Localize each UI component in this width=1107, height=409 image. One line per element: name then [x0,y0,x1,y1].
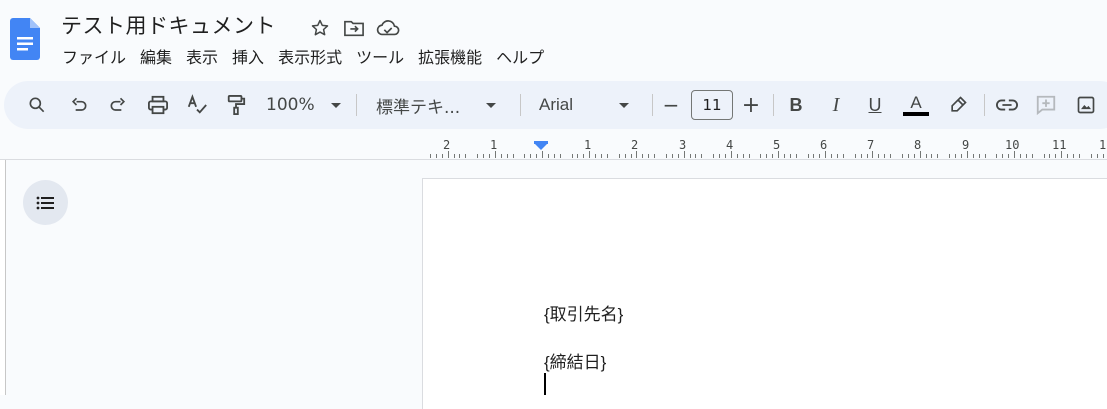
toolbar: 100% 標準テキ... Arial − 11 + B I U A [4,81,1107,129]
app-header: テスト用ドキュメント ファイル 編集 表示 挿入 表示形式 ツール 拡張機能 ヘ… [0,0,1107,80]
menu-bar: ファイル 編集 表示 挿入 表示形式 ツール 拡張機能 ヘルプ [55,46,551,70]
toolbar-divider [652,94,653,116]
chevron-down-icon [330,102,341,108]
move-to-folder-icon[interactable] [341,16,367,40]
toolbar-divider [773,94,774,116]
bold-button[interactable]: B [784,92,808,118]
outline-list-icon [36,196,54,209]
paint-format-icon[interactable] [223,92,249,118]
text-color-letter: A [910,93,922,112]
body-line-contract-date[interactable]: {締結日} [544,348,606,373]
ruler-label: 1 [490,138,498,152]
text-color-swatch [903,112,929,116]
add-comment-icon [1033,92,1059,118]
text-color-button[interactable]: A [902,92,930,118]
ruler-label: 3 [679,138,687,152]
menu-view[interactable]: 表示 [179,46,225,70]
ruler-ticks [430,141,1104,158]
italic-button[interactable]: I [824,92,848,118]
increase-font-size-button[interactable]: + [740,92,762,118]
zoom-select[interactable]: 100% [266,91,341,119]
horizontal-ruler[interactable]: 2 1 1 2 3 4 5 6 7 8 9 10 11 1 [0,138,1107,160]
chevron-down-icon [486,102,497,108]
menu-insert[interactable]: 挿入 [225,46,271,70]
print-icon[interactable] [145,92,171,118]
ruler-label: 11 [1052,138,1067,152]
ruler-label: 9 [962,138,970,152]
menu-file[interactable]: ファイル [55,46,133,70]
toolbar-divider [520,94,521,116]
decrease-font-size-button[interactable]: − [660,92,682,118]
ruler-label: 8 [914,138,922,152]
font-select[interactable]: Arial [539,91,630,119]
zoom-value: 100% [266,95,315,115]
docs-logo-icon[interactable] [10,18,40,60]
menu-help[interactable]: ヘルプ [489,46,551,70]
search-menus-icon[interactable] [24,92,50,118]
indent-marker-icon [534,143,548,150]
font-size-input[interactable]: 11 [691,90,733,120]
vertical-ruler[interactable] [0,160,6,395]
ruler-label: 7 [867,138,875,152]
insert-image-icon[interactable] [1073,92,1099,118]
ruler-label: 2 [443,138,451,152]
toolbar-divider [356,94,357,116]
redo-icon[interactable] [105,92,131,118]
menu-format[interactable]: 表示形式 [271,46,349,70]
undo-icon[interactable] [66,92,92,118]
document-title[interactable]: テスト用ドキュメント [61,10,276,40]
menu-tools[interactable]: ツール [349,46,411,70]
font-value: Arial [539,95,574,114]
text-cursor [544,373,546,395]
spellcheck-icon[interactable] [184,92,210,118]
document-page[interactable]: {取引先名} {締結日} [422,178,1107,409]
underline-button[interactable]: U [863,92,887,118]
ruler-label: 2 [631,138,639,152]
ruler-label: 1 [584,138,592,152]
star-icon[interactable] [307,16,333,40]
body-line-client-name[interactable]: {取引先名} [544,300,623,325]
ruler-label: 5 [773,138,781,152]
menu-extensions[interactable]: 拡張機能 [411,46,489,70]
paragraph-style-value: 標準テキ... [376,97,461,118]
toolbar-divider [984,94,985,116]
document-outline-button[interactable] [23,180,68,225]
menu-edit[interactable]: 編集 [133,46,179,70]
chevron-down-icon [619,102,630,108]
paragraph-style-select[interactable]: 標準テキ... [376,91,497,119]
ruler-label: 1 [1099,138,1107,152]
ruler-label: 10 [1005,138,1020,152]
cloud-saved-icon[interactable] [375,16,401,40]
ruler-label: 4 [726,138,734,152]
highlight-pen-icon[interactable] [945,92,971,118]
ruler-label: 6 [820,138,828,152]
insert-link-icon[interactable] [994,92,1020,118]
